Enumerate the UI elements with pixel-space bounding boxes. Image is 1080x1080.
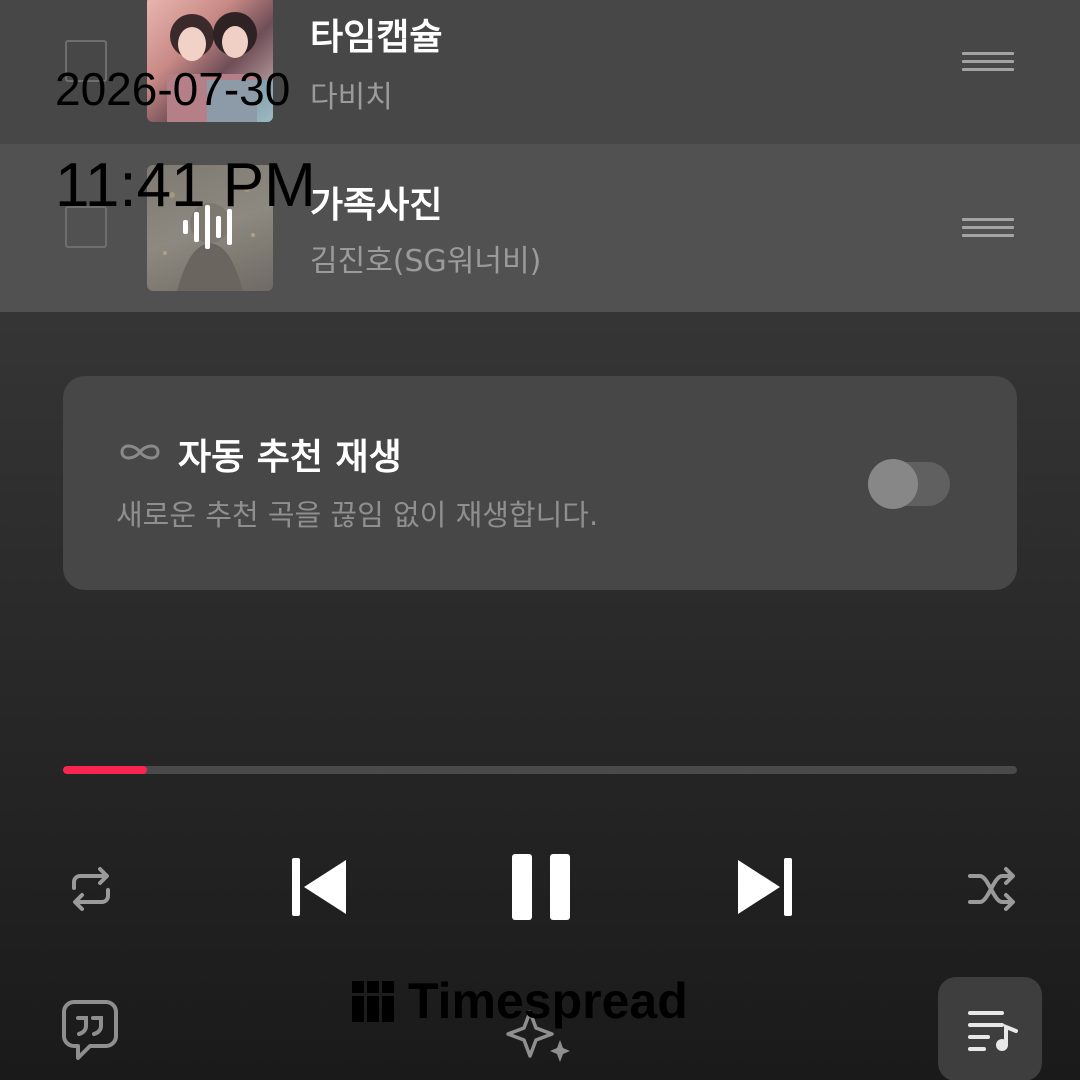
drag-handle-icon[interactable] — [962, 218, 1014, 237]
timespread-logo-icon — [352, 980, 394, 1022]
watermark-text: Timespread — [408, 973, 688, 1029]
overlay-date: 2026-07-30 — [55, 63, 291, 115]
progress-bar[interactable] — [63, 766, 1017, 774]
autoplay-description: 새로운 추천 곡을 끊임 없이 재생합니다. — [116, 498, 599, 532]
song-title: 타임캡슐 — [310, 17, 443, 58]
progress-fill — [63, 766, 147, 774]
queue-button[interactable] — [938, 977, 1042, 1080]
overlay-time: 11:41 PM — [55, 151, 316, 220]
autoplay-toggle[interactable] — [868, 459, 950, 509]
autoplay-title: 자동 추천 재생 — [178, 437, 402, 478]
infinity-icon — [120, 444, 160, 460]
watermark: Timespread — [352, 972, 688, 1030]
skip-next-icon[interactable] — [734, 856, 794, 918]
toggle-knob — [868, 459, 918, 509]
pause-icon[interactable] — [510, 852, 572, 922]
repeat-icon[interactable] — [64, 862, 118, 916]
song-artist: 다비치 — [310, 80, 393, 115]
song-title: 가족사진 — [310, 185, 443, 226]
shuffle-icon[interactable] — [966, 864, 1018, 914]
playlist-music-icon — [968, 1011, 1018, 1051]
quote-bubble-icon[interactable] — [60, 998, 120, 1062]
skip-previous-icon[interactable] — [290, 856, 350, 918]
drag-handle-icon[interactable] — [962, 52, 1014, 71]
song-artist: 김진호(SG워너비) — [310, 244, 542, 279]
